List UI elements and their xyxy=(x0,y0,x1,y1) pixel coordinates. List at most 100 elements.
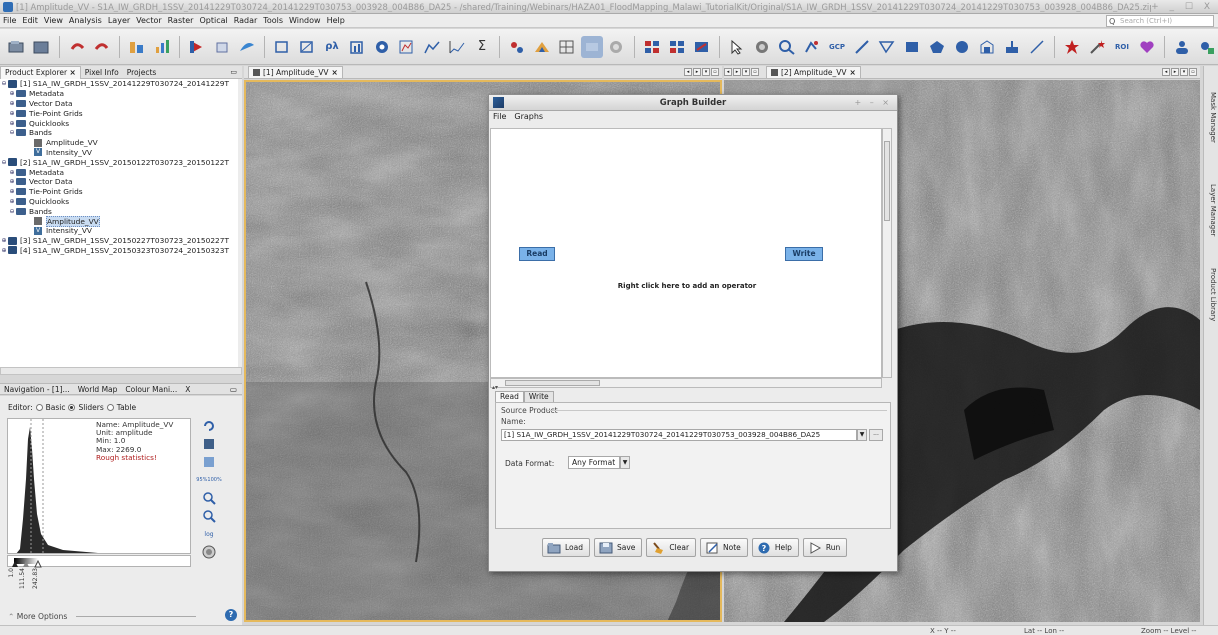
load-button[interactable]: Load xyxy=(542,538,590,557)
tree-band-intensity-2[interactable]: V Intensity_VV xyxy=(0,226,238,236)
polygon-icon[interactable] xyxy=(691,36,713,58)
rect-icon[interactable] xyxy=(726,36,748,58)
menu-help[interactable]: Help xyxy=(324,16,348,25)
tree-band-intensity-1[interactable]: V Intensity_VV xyxy=(0,148,238,158)
canvas-vertical-scrollbar[interactable] xyxy=(882,128,892,378)
redo-icon[interactable] xyxy=(91,36,113,58)
canvas-horizontal-scrollbar[interactable] xyxy=(490,378,882,388)
product-library-tab[interactable]: Product Library xyxy=(1206,268,1217,321)
close-icon[interactable]: X xyxy=(181,385,194,394)
reset-icon[interactable] xyxy=(202,419,216,433)
fit-icon[interactable] xyxy=(421,36,443,58)
polygon-draw-icon[interactable] xyxy=(926,36,948,58)
menu-optical[interactable]: Optical xyxy=(196,16,230,25)
chevron-down-icon[interactable]: ▼ xyxy=(620,456,630,469)
ellipse-icon[interactable] xyxy=(751,36,773,58)
menu-file[interactable]: File xyxy=(489,112,510,124)
graph-canvas[interactable]: Read Write Right click here to add an op… xyxy=(490,128,882,378)
help-button[interactable]: ? Help xyxy=(751,538,799,557)
line-draw-icon[interactable] xyxy=(851,36,873,58)
tree-product-4[interactable]: ⊕ [4] S1A_IW_GRDH_1SSV_20150323T030724_20… xyxy=(0,246,238,256)
wand-icon[interactable] xyxy=(1086,36,1108,58)
sigma-icon[interactable] xyxy=(371,36,393,58)
graph-icon[interactable] xyxy=(446,36,468,58)
zoom-in-histogram-icon[interactable] xyxy=(202,491,216,505)
run-icon[interactable]: Σ xyxy=(471,36,493,58)
new-product-icon[interactable] xyxy=(6,36,28,58)
gcp-icon[interactable] xyxy=(641,36,663,58)
menu-view[interactable]: View xyxy=(41,16,66,25)
pin-manager-icon[interactable] xyxy=(776,36,798,58)
gcp-label-icon[interactable]: GCP xyxy=(826,36,848,58)
radio-sliders[interactable] xyxy=(68,404,76,411)
tree-metadata-1[interactable]: ⊕ Metadata xyxy=(0,89,238,99)
tab-product-explorer[interactable]: Product Explorer × xyxy=(0,65,81,79)
tree-product-1[interactable]: ⊖ [1] S1A_IW_GRDH_1SSV_20141229T030724_20… xyxy=(0,79,238,89)
tree-vector-data-1[interactable]: ⊕ Vector Data xyxy=(0,99,238,109)
save-button[interactable]: Save xyxy=(594,538,643,557)
minimize-icon[interactable]: ▭ xyxy=(230,68,237,76)
run-button[interactable]: Run xyxy=(802,538,848,557)
source-product-select[interactable]: [1] S1A_IW_GRDH_1SSV_20141229T030724_201… xyxy=(501,429,857,441)
select-icon[interactable] xyxy=(556,36,578,58)
grid-icon[interactable] xyxy=(531,36,553,58)
ellipse-draw-icon[interactable] xyxy=(951,36,973,58)
line-icon[interactable] xyxy=(666,36,688,58)
splitter-handle[interactable]: ▴▾ xyxy=(492,384,498,391)
import-table-icon[interactable] xyxy=(202,437,216,451)
node-write[interactable]: Write xyxy=(785,247,823,261)
search-input[interactable]: Q Search (Ctrl+I) xyxy=(1106,15,1214,27)
percent-icon[interactable]: 95% 100% xyxy=(196,473,221,487)
tree-horizontal-scrollbar[interactable] xyxy=(0,367,242,375)
export-table-icon[interactable] xyxy=(202,455,216,469)
tree-band-amplitude-2[interactable]: Amplitude_VV xyxy=(0,215,238,227)
view-icon[interactable] xyxy=(296,36,318,58)
mask-manager-tab[interactable]: Mask Manager xyxy=(1206,92,1217,143)
export-icon[interactable] xyxy=(1026,36,1048,58)
tab-colour-manipulation[interactable]: Colour Mani... xyxy=(121,385,181,394)
tree-vector-data-2[interactable]: ⊕ Vector Data xyxy=(0,177,238,187)
note-button[interactable]: Note xyxy=(700,538,748,557)
open-product-icon[interactable] xyxy=(31,36,53,58)
menu-radar[interactable]: Radar xyxy=(231,16,261,25)
colour-slider[interactable] xyxy=(7,555,191,568)
dialog-window-controls[interactable]: + – × xyxy=(855,98,893,107)
radio-table[interactable] xyxy=(106,404,114,411)
more-options-toggle[interactable]: ⌃ More Options xyxy=(8,612,67,621)
roi-icon[interactable]: ROI xyxy=(1111,36,1133,58)
polyline-draw-icon[interactable] xyxy=(876,36,898,58)
menu-analysis[interactable]: Analysis xyxy=(66,16,105,25)
radio-basic[interactable] xyxy=(35,404,43,411)
data-format-select[interactable]: Any Format xyxy=(568,456,620,469)
view-nav-buttons[interactable]: ◂ ▸ ▾ ▫ xyxy=(724,68,759,76)
menu-vector[interactable]: Vector xyxy=(133,16,165,25)
tree-quicklooks-1[interactable]: ⊕ Quicklooks xyxy=(0,118,238,128)
menu-tools[interactable]: Tools xyxy=(260,16,286,25)
menu-file[interactable]: File xyxy=(0,16,19,25)
node-read[interactable]: Read xyxy=(519,247,555,261)
draw-icon[interactable]: ρλ xyxy=(321,36,343,58)
settings-icon[interactable] xyxy=(506,36,528,58)
pin-icon[interactable] xyxy=(271,36,293,58)
tree-tie-point-grids-2[interactable]: ⊕ Tie-Point Grids xyxy=(0,187,238,197)
zoom-icon[interactable] xyxy=(606,36,628,58)
user-icon[interactable] xyxy=(1171,36,1193,58)
tree-quicklooks-2[interactable]: ⊕ Quicklooks xyxy=(0,197,238,207)
zoom-out-histogram-icon[interactable] xyxy=(202,509,216,523)
window-controls[interactable]: + _ ☐ X xyxy=(1151,2,1214,12)
layer-icon[interactable] xyxy=(186,36,208,58)
polyline-icon[interactable] xyxy=(346,36,368,58)
tree-bands-1[interactable]: ⊖ Bands xyxy=(0,128,238,138)
minimize-icon[interactable]: ▭ xyxy=(230,385,237,394)
layer-manager-tab[interactable]: Layer Manager xyxy=(1206,184,1217,236)
zoom-all-icon[interactable] xyxy=(396,36,418,58)
pan-icon[interactable] xyxy=(581,35,603,58)
tree-bands-2[interactable]: ⊖ Bands xyxy=(0,206,238,216)
range-icon[interactable] xyxy=(801,36,823,58)
mask-icon[interactable] xyxy=(976,36,998,58)
menu-window[interactable]: Window xyxy=(286,16,324,25)
session-icon[interactable] xyxy=(126,36,148,58)
tree-band-amplitude-1[interactable]: Amplitude_VV xyxy=(0,138,238,148)
tab-write[interactable]: Write xyxy=(523,391,554,402)
tree-metadata-2[interactable]: ⊕ Metadata xyxy=(0,167,238,177)
